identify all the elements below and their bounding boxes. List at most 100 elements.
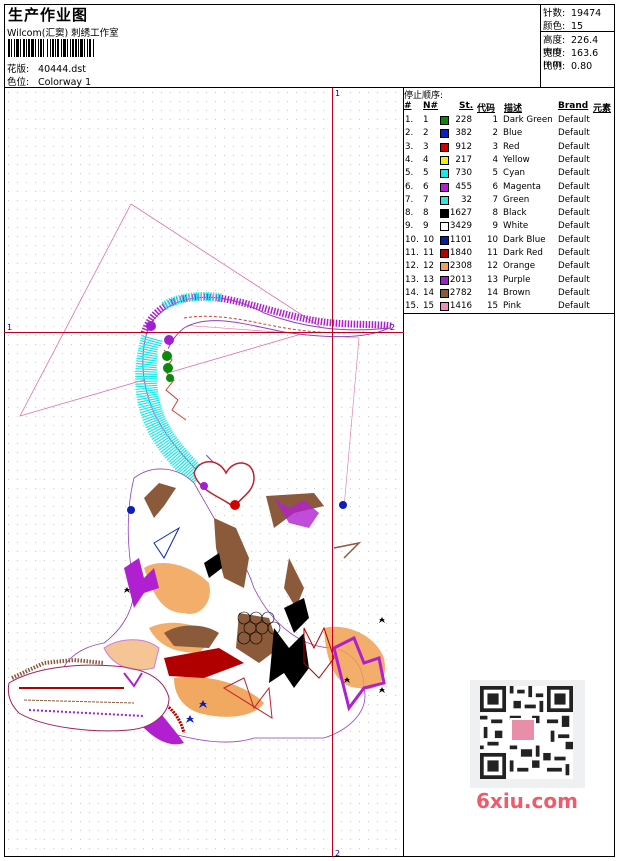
col-header-description: 描述 [504,104,523,114]
row-description: Black [503,208,527,219]
row-brand: Default [558,168,590,179]
scale-stat: 比例: 0.80 [543,58,592,72]
row-brand: Default [558,274,590,285]
stop-row: 15. 15 1416 15 Pink Default [404,301,615,314]
row-code: 7 [492,194,498,205]
row-brand: Default [558,154,590,165]
stop-row: 2. 2 382 2 Blue Default [404,128,615,141]
row-brand: Default [558,248,590,258]
row-description: Blue [503,128,523,139]
col-header-code: 代码 [477,104,496,114]
qr-code [470,680,585,788]
row-code: 9 [492,221,498,232]
row-code: 2 [492,128,498,139]
stop-row: 4. 4 217 4 Yellow Default [404,155,615,168]
row-code: 5 [492,168,498,179]
stop-sequence-panel: 停止顺序: # N# St. 代码 描述 Brand 元素 1. 1 228 1 Dar… [404,88,615,314]
color-swatch [440,262,449,272]
row-stitches: 217 [455,154,472,165]
row-brand: Default [558,221,590,232]
row-code: 13 [486,274,498,285]
row-needle: 12 [423,261,435,272]
row-description: Dark Green [503,115,553,125]
row-brand: Default [558,234,590,245]
row-stitches: 1416 [449,301,472,312]
stop-row: 10. 10 1101 10 Dark Blue Default [404,235,615,248]
row-index: 13. [405,274,419,285]
row-code: 6 [492,181,498,192]
row-description: White [503,221,529,232]
color-swatch [440,249,449,258]
row-index: 8. [405,208,414,219]
horizontal-center-axis [4,332,404,333]
row-stitches: 455 [455,181,472,192]
row-needle: 6 [423,181,429,192]
row-needle: 8 [423,208,429,219]
color-swatch [440,288,449,298]
company-name: Wilcom(汇窦) 刺绣工作室 [7,28,119,39]
row-description: Purple [503,274,531,285]
row-needle: 11 [423,248,435,258]
row-index: 15. [405,301,419,312]
row-index: 4. [405,154,414,165]
row-needle: 2 [423,128,429,139]
row-stitches: 3429 [449,221,472,232]
row-index: 3. [405,141,414,152]
axis-h-right-label: 2 [390,323,396,332]
row-stitches: 2782 [449,287,472,298]
col-header-hash: # [404,101,412,111]
color-swatch [440,302,449,312]
row-description: Green [503,194,530,205]
color-swatch [440,155,449,165]
color-swatch [440,275,449,285]
row-stitches: 32 [460,194,472,205]
stop-row: 9. 9 3429 9 White Default [404,221,615,234]
row-needle: 7 [423,194,429,205]
color-swatch [440,129,449,139]
row-needle: 14 [423,287,435,298]
vertical-center-axis [332,88,333,857]
axis-h-left-label: 1 [7,323,13,332]
row-index: 6. [405,181,414,192]
row-brand: Default [558,301,590,312]
row-stitches: 2308 [449,261,472,272]
axis-v-top-label: 1 [335,89,341,98]
design-preview-area [4,88,404,857]
row-brand: Default [558,181,590,192]
stitches-stat: 针数: 19474 [543,5,601,19]
design-file-row: 花版: 40444.dst [7,61,86,75]
row-stitches: 912 [455,141,472,152]
stop-row: 5. 5 730 5 Cyan Default [404,168,615,181]
col-header-stitches: St. [459,101,474,111]
row-description: Magenta [503,181,541,192]
design-stats: 针数: 19474 颜色: 15 高度: 226.4 mm 宽度: 163.6 mm 比… [541,4,615,88]
row-code: 1 [492,115,498,125]
row-code: 12 [486,261,498,272]
row-needle: 13 [423,274,435,285]
color-swatch [440,116,449,125]
row-index: 12. [405,261,419,272]
row-description: Red [503,141,520,152]
color-swatch [440,222,449,232]
row-index: 1. [405,115,414,125]
row-code: 14 [486,287,498,298]
stop-row: 6. 6 455 6 Magenta Default [404,182,615,195]
row-description: Brown [503,287,531,298]
stop-row: 11. 11 1840 11 Dark Red Default [404,248,615,261]
row-stitches: 1840 [449,248,472,258]
scale-label: 比例: [543,61,566,72]
row-description: Dark Blue [503,234,546,245]
height-label: 高度: [543,35,566,46]
row-stitches: 382 [455,128,472,139]
row-stitches: 730 [455,168,472,179]
stop-row: 3. 3 912 3 Red Default [404,142,615,155]
col-header-brand: Brand [558,101,589,111]
row-index: 5. [405,168,414,179]
stitches-label: 针数: [543,8,566,19]
row-code: 8 [492,208,498,219]
stop-row: 12. 12 2308 12 Orange Default [404,261,615,274]
stop-row: 14. 14 2782 14 Brown Default [404,288,615,301]
col-header-element: 元素 [593,104,612,114]
scale-value: 0.80 [571,61,593,72]
colors-label: 颜色: [543,21,566,32]
